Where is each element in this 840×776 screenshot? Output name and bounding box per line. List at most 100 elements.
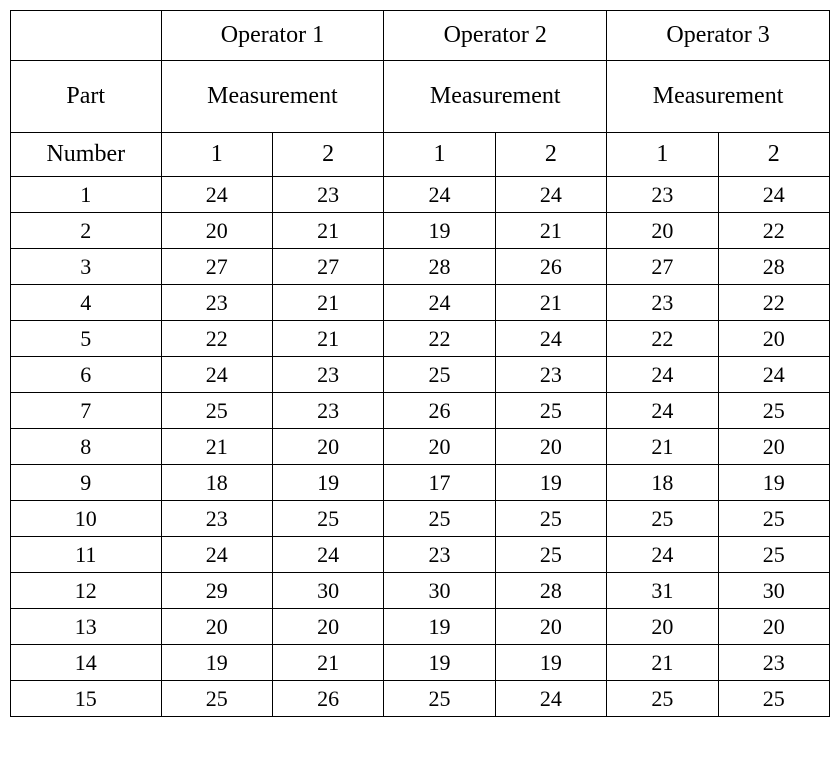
data-body: 1242324242324220211921202232727282627284… (11, 177, 830, 717)
op2-meas2-cell: 23 (495, 357, 606, 393)
op1-meas1-cell: 18 (161, 465, 272, 501)
op3-meas1-cell: 18 (607, 465, 718, 501)
table-row: 11242423252425 (11, 537, 830, 573)
op2-meas1-cell: 22 (384, 321, 495, 357)
measurement-table: Operator 1 Operator 2 Operator 3 Part Me… (10, 10, 830, 717)
part-number-cell: 12 (11, 573, 162, 609)
op3-meas1-cell: 31 (607, 573, 718, 609)
op3-meas2-cell: 22 (718, 285, 829, 321)
op3-meas1-cell: 25 (607, 681, 718, 717)
op3-meas2-cell: 25 (718, 681, 829, 717)
op3-meas1-cell: 23 (607, 177, 718, 213)
op1-meas2-cell: 21 (272, 213, 383, 249)
op2-meas1-cell: 25 (384, 681, 495, 717)
op3-meas1-cell: 20 (607, 609, 718, 645)
op2-meas2-cell: 25 (495, 501, 606, 537)
op2-meas1-cell: 24 (384, 285, 495, 321)
part-number-cell: 15 (11, 681, 162, 717)
op2-meas1-cell: 23 (384, 537, 495, 573)
op2-meas1-cell: 20 (384, 429, 495, 465)
op2-meas2-cell: 25 (495, 393, 606, 429)
header-operator-3: Operator 3 (607, 11, 830, 61)
op1-meas2-cell: 23 (272, 393, 383, 429)
op3-meas2-cell: 20 (718, 429, 829, 465)
header-rep-2-op2: 2 (495, 133, 606, 177)
header-measurement-op3: Measurement (607, 61, 830, 133)
table-row: 7252326252425 (11, 393, 830, 429)
op3-meas1-cell: 20 (607, 213, 718, 249)
table-row: 14192119192123 (11, 645, 830, 681)
header-number: Number (11, 133, 162, 177)
op3-meas2-cell: 24 (718, 177, 829, 213)
part-number-cell: 14 (11, 645, 162, 681)
op3-meas1-cell: 25 (607, 501, 718, 537)
op3-meas1-cell: 24 (607, 537, 718, 573)
table-row: 13202019202020 (11, 609, 830, 645)
op1-meas1-cell: 25 (161, 393, 272, 429)
table-row: 12293030283130 (11, 573, 830, 609)
op2-meas2-cell: 21 (495, 213, 606, 249)
header-replicates-row: Number 1 2 1 2 1 2 (11, 133, 830, 177)
op2-meas1-cell: 26 (384, 393, 495, 429)
table-row: 6242325232424 (11, 357, 830, 393)
op2-meas1-cell: 19 (384, 213, 495, 249)
op3-meas2-cell: 23 (718, 645, 829, 681)
op1-meas2-cell: 21 (272, 321, 383, 357)
op3-meas2-cell: 19 (718, 465, 829, 501)
part-number-cell: 5 (11, 321, 162, 357)
op1-meas1-cell: 24 (161, 177, 272, 213)
op1-meas1-cell: 23 (161, 285, 272, 321)
op1-meas2-cell: 19 (272, 465, 383, 501)
header-operator-1: Operator 1 (161, 11, 384, 61)
part-number-cell: 4 (11, 285, 162, 321)
part-number-cell: 3 (11, 249, 162, 285)
header-rep-1-op3: 1 (607, 133, 718, 177)
op1-meas2-cell: 20 (272, 429, 383, 465)
header-rep-2-op3: 2 (718, 133, 829, 177)
op3-meas1-cell: 27 (607, 249, 718, 285)
table-row: 4232124212322 (11, 285, 830, 321)
op2-meas1-cell: 19 (384, 645, 495, 681)
table-row: 3272728262728 (11, 249, 830, 285)
op2-meas2-cell: 24 (495, 321, 606, 357)
header-measurement-op2: Measurement (384, 61, 607, 133)
op1-meas1-cell: 22 (161, 321, 272, 357)
op2-meas2-cell: 24 (495, 681, 606, 717)
op3-meas1-cell: 24 (607, 393, 718, 429)
op1-meas1-cell: 23 (161, 501, 272, 537)
op1-meas1-cell: 25 (161, 681, 272, 717)
table-row: 15252625242525 (11, 681, 830, 717)
op1-meas2-cell: 23 (272, 357, 383, 393)
header-blank (11, 11, 162, 61)
op1-meas2-cell: 20 (272, 609, 383, 645)
op2-meas1-cell: 28 (384, 249, 495, 285)
header-operator-2: Operator 2 (384, 11, 607, 61)
table-row: 8212020202120 (11, 429, 830, 465)
header-rep-2-op1: 2 (272, 133, 383, 177)
header-rep-1-op1: 1 (161, 133, 272, 177)
op3-meas1-cell: 22 (607, 321, 718, 357)
part-number-cell: 9 (11, 465, 162, 501)
op2-meas2-cell: 19 (495, 465, 606, 501)
op3-meas2-cell: 24 (718, 357, 829, 393)
header-rep-1-op2: 1 (384, 133, 495, 177)
op2-meas2-cell: 26 (495, 249, 606, 285)
op3-meas2-cell: 20 (718, 321, 829, 357)
op2-meas1-cell: 30 (384, 573, 495, 609)
part-number-cell: 6 (11, 357, 162, 393)
op3-meas2-cell: 25 (718, 537, 829, 573)
op2-meas2-cell: 21 (495, 285, 606, 321)
op3-meas1-cell: 21 (607, 645, 718, 681)
op3-meas2-cell: 25 (718, 501, 829, 537)
op1-meas1-cell: 24 (161, 357, 272, 393)
op2-meas2-cell: 28 (495, 573, 606, 609)
op2-meas1-cell: 19 (384, 609, 495, 645)
part-number-cell: 7 (11, 393, 162, 429)
part-number-cell: 8 (11, 429, 162, 465)
table-row: 2202119212022 (11, 213, 830, 249)
op2-meas1-cell: 24 (384, 177, 495, 213)
op2-meas2-cell: 25 (495, 537, 606, 573)
op2-meas2-cell: 20 (495, 429, 606, 465)
op1-meas1-cell: 27 (161, 249, 272, 285)
part-number-cell: 2 (11, 213, 162, 249)
